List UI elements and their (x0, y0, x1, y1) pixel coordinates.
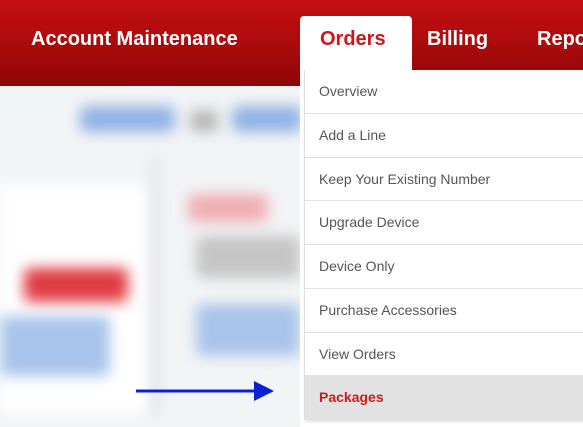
menu-item-overview[interactable]: Overview (305, 70, 583, 114)
blurred-link-block (196, 304, 300, 356)
blurred-link (232, 106, 300, 132)
nav-reports[interactable]: Repo (537, 28, 583, 51)
menu-item-packages[interactable]: Packages (305, 376, 583, 420)
menu-item-label: Add a Line (319, 126, 386, 143)
blurred-button (24, 268, 128, 302)
blurred-heading (188, 194, 268, 222)
menu-item-label: Packages (319, 389, 384, 406)
blurred-page-content (0, 86, 300, 427)
menu-item-upgrade-device[interactable]: Upgrade Device (305, 201, 583, 245)
menu-item-add-a-line[interactable]: Add a Line (305, 114, 583, 158)
menu-item-label: Upgrade Device (319, 214, 420, 231)
menu-item-keep-existing-number[interactable]: Keep Your Existing Number (305, 158, 583, 202)
menu-item-label: Overview (319, 83, 378, 99)
menu-item-purchase-accessories[interactable]: Purchase Accessories (305, 289, 583, 333)
blurred-text-block (196, 236, 300, 278)
menu-item-label: Device Only (319, 258, 395, 274)
orders-dropdown-menu: Overview Add a Line Keep Your Existing N… (304, 70, 583, 420)
menu-item-view-orders[interactable]: View Orders (305, 333, 583, 377)
nav-account-maintenance[interactable]: Account Maintenance (31, 28, 238, 51)
menu-item-label: Keep Your Existing Number (319, 170, 491, 187)
blurred-link-block (0, 316, 110, 376)
menu-item-device-only[interactable]: Device Only (305, 245, 583, 289)
menu-item-label: View Orders (319, 345, 396, 362)
nav-billing[interactable]: Billing (427, 28, 488, 51)
nav-orders-label: Orders (320, 28, 386, 50)
menu-item-label: Purchase Accessories (319, 301, 457, 318)
blurred-separator (190, 110, 218, 132)
right-arrow-icon (136, 381, 274, 401)
blurred-link (80, 106, 175, 132)
